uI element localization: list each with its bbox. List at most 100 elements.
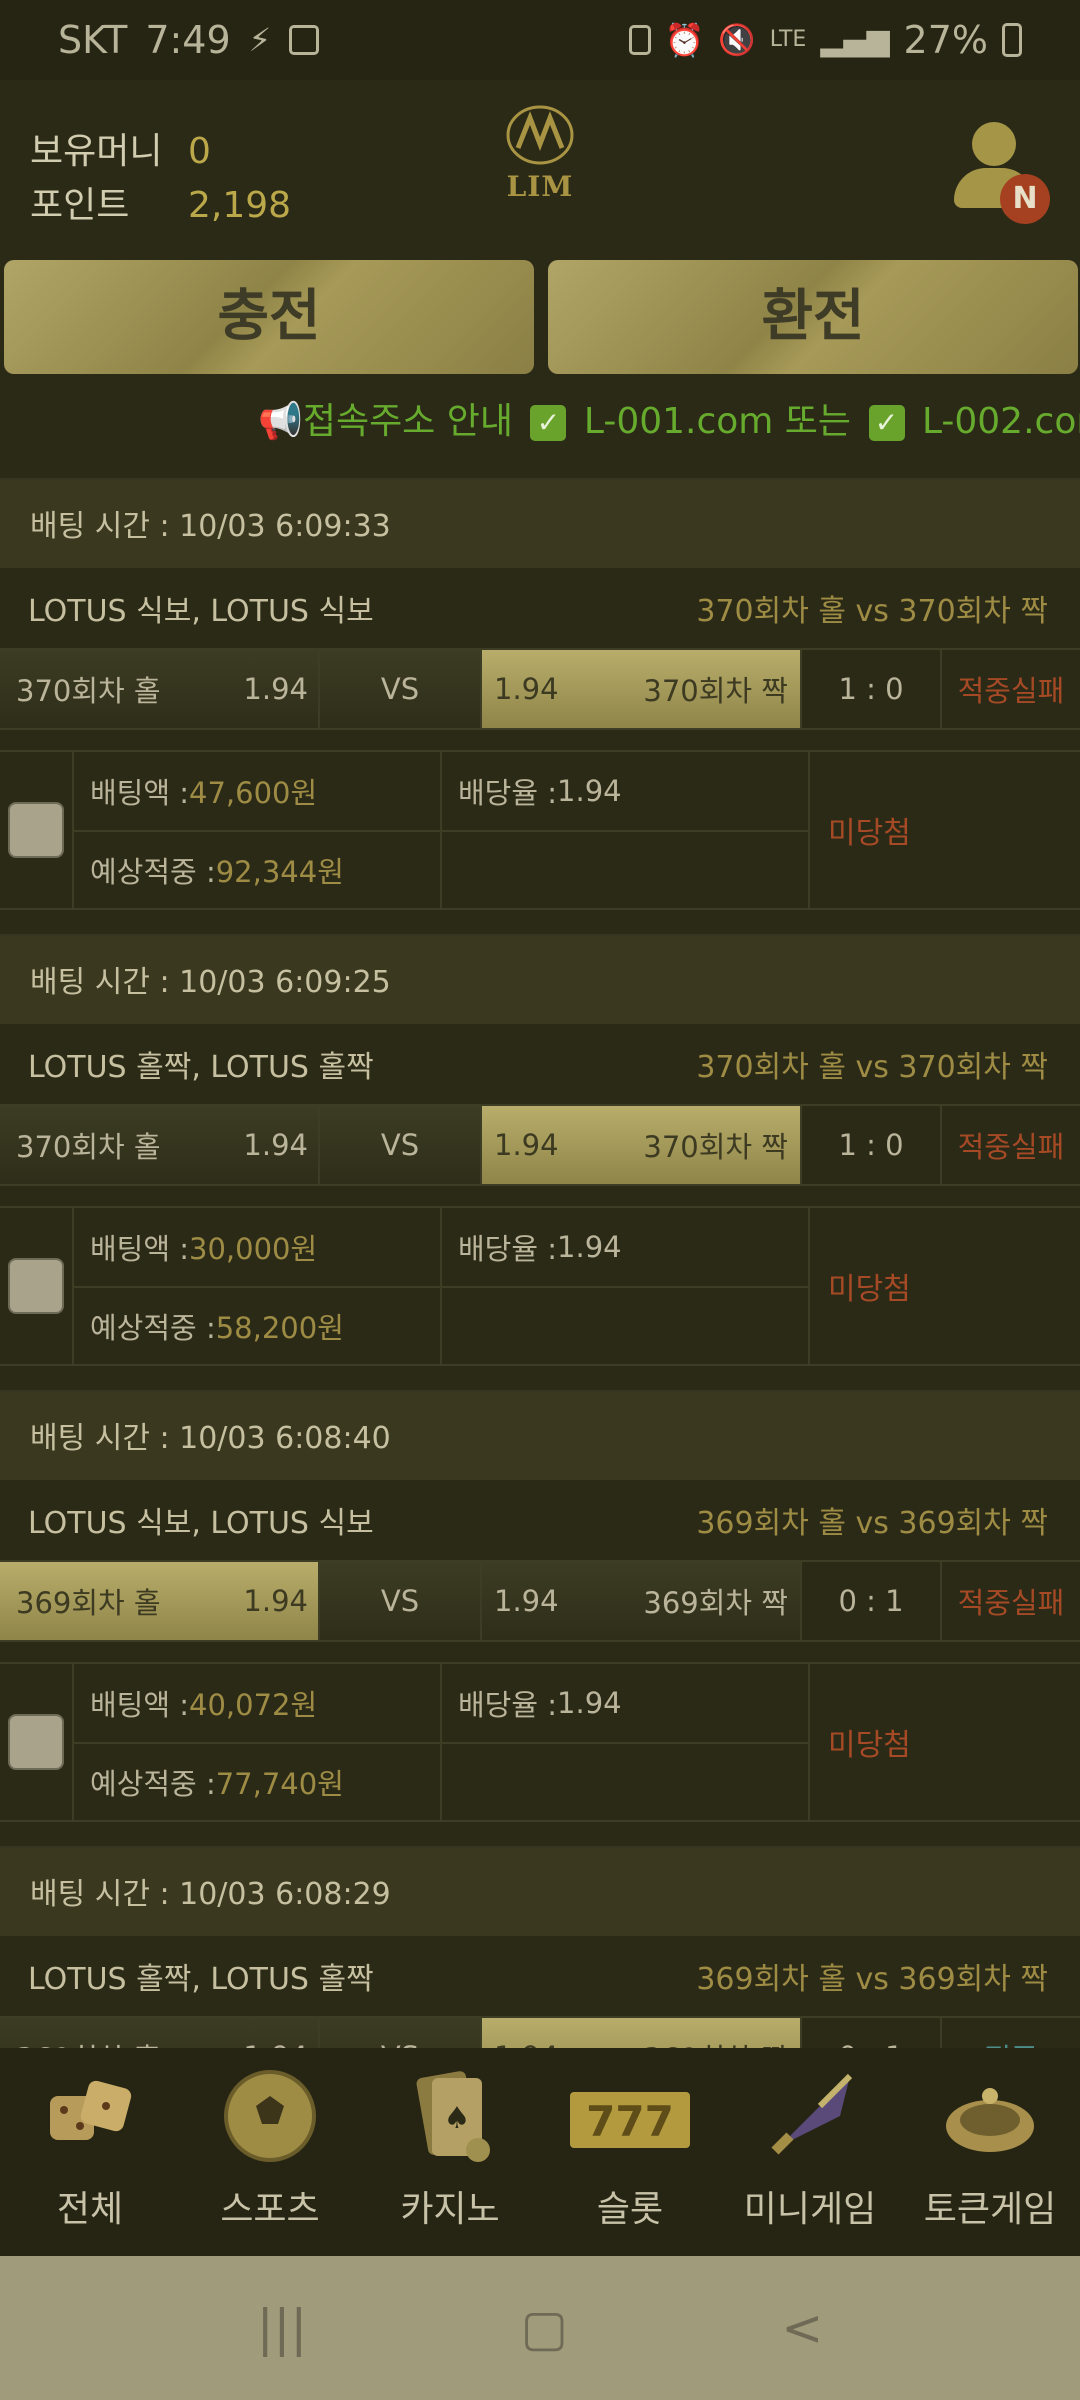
nav-item-sports[interactable]: 스포츠 — [180, 2048, 360, 2256]
bet-game-row: LOTUS 식보, LOTUS 식보 369회차 홀 vs 369회차 짝 — [0, 1480, 1080, 1560]
home-team: 370회차 홀 — [16, 674, 161, 708]
game-name: LOTUS 식보, LOTUS 식보 — [28, 594, 374, 629]
rate-value: 1.94 — [557, 774, 622, 808]
score: 0 : 1 — [802, 1562, 942, 1640]
battery-percent: 27% — [903, 18, 988, 62]
nav-label: 슬롯 — [596, 2189, 664, 2230]
empty-cell — [442, 1286, 808, 1364]
rate-label: 배당율 : — [458, 1688, 558, 1722]
exchange-button[interactable]: 환전 — [548, 260, 1078, 374]
home-team: 370회차 홀 — [16, 1130, 161, 1164]
bottom-nav: 전체 스포츠 ♠ 카지노 777 슬롯 미니게임 토큰게임 — [0, 2048, 1080, 2256]
nav-item-casino[interactable]: ♠ 카지노 — [360, 2048, 540, 2256]
nav-label: 전체 — [56, 2189, 124, 2230]
amount-label: 배팅액 : — [90, 1688, 190, 1722]
soccer-ball-icon — [220, 2066, 320, 2166]
lte-icon: LTE — [769, 27, 807, 52]
check-icon: ✓ — [530, 405, 567, 441]
vs-label: VS — [320, 650, 482, 728]
check-icon: ✓ — [868, 405, 905, 441]
notice-text-2: L-001.com 또는 — [583, 401, 852, 442]
back-icon[interactable]: < — [781, 2299, 823, 2357]
odds-row: 370회차 홀 1.94 VS 1.94 370회차 짝 1 : 0 적중실패 — [0, 1104, 1080, 1186]
select-checkbox[interactable] — [8, 1714, 64, 1770]
bet-detail: 배팅액 : 30,000원 예상적중 : 58,200원 배당율 : 1.94 … — [0, 1206, 1080, 1366]
away-pick[interactable]: 1.94 370회차 짝 — [482, 1106, 802, 1184]
nav-item-token[interactable]: 토큰게임 — [900, 2048, 1080, 2256]
nav-label: 스포츠 — [220, 2189, 320, 2230]
bet-status: 미당첨 — [828, 1272, 911, 1307]
odds-row: 370회차 홀 1.94 VS 1.94 370회차 짝 1 : 0 적중실패 — [0, 648, 1080, 730]
signal-icon: ▂▄▆ — [820, 22, 890, 58]
amount-value: 40,072원 — [189, 1688, 318, 1722]
notice-text-3: L-002.com 변 — [921, 401, 1080, 442]
home-icon[interactable]: ▢ — [521, 2299, 568, 2357]
away-pick[interactable]: 1.94 369회차 짝 — [482, 1562, 802, 1640]
charge-button[interactable]: 충전 — [4, 260, 534, 374]
bet-status: 미당첨 — [828, 1728, 911, 1763]
select-checkbox[interactable] — [8, 802, 64, 858]
recent-apps-icon[interactable]: ||| — [257, 2299, 308, 2357]
nav-item-slot[interactable]: 777 슬롯 — [540, 2048, 720, 2256]
home-team: 369회차 홀 — [16, 1586, 161, 1620]
home-pick[interactable]: 370회차 홀 1.94 — [0, 1106, 320, 1184]
slot-777-icon: 777 — [570, 2066, 690, 2166]
expected-row: 예상적중 : 92,344원 — [74, 830, 440, 908]
point-value: 2,198 — [188, 185, 292, 226]
expected-label: 예상적중 : — [90, 1311, 216, 1345]
bet-game-row: LOTUS 홀짝, LOTUS 홀짝 369회차 홀 vs 369회차 짝 — [0, 1936, 1080, 2016]
logo[interactable]: LIM — [465, 100, 615, 220]
svg-text:♠: ♠ — [444, 2101, 471, 2136]
away-team: 369회차 짝 — [643, 1586, 788, 1620]
status-bar: SKT 7:49 ⚡ ⏰ 🔇 LTE ▂▄▆ 27% — [0, 0, 1080, 80]
away-pick[interactable]: 1.94 370회차 짝 — [482, 650, 802, 728]
match-name: 369회차 홀 vs 369회차 짝 — [696, 1506, 1048, 1541]
amount-label: 배팅액 : — [90, 1232, 190, 1266]
logo-text: LIM — [506, 170, 574, 203]
bet-detail: 배팅액 : 47,600원 예상적중 : 92,344원 배당율 : 1.94 … — [0, 750, 1080, 910]
slot-text: 777 — [586, 2097, 674, 2146]
clock: 7:49 — [145, 18, 231, 62]
balance-panel: 보유머니 0 포인트 2,198 — [30, 125, 291, 233]
away-odds: 1.94 — [494, 1128, 559, 1162]
rate-label: 배당율 : — [458, 1232, 558, 1266]
rate-row: 배당율 : 1.94 — [442, 1664, 808, 1742]
result: 적중실패 — [957, 1130, 1065, 1164]
score: 1 : 0 — [802, 650, 942, 728]
battery-icon — [1002, 23, 1022, 57]
bet-game-row: LOTUS 식보, LOTUS 식보 370회차 홀 vs 370회차 짝 — [0, 568, 1080, 648]
cards-icon: ♠ — [400, 2066, 500, 2166]
home-odds: 1.94 — [243, 672, 308, 706]
empty-cell — [442, 830, 808, 908]
bet-item: 배팅 시간 : 10/03 6:08:40 LOTUS 식보, LOTUS 식보… — [0, 1390, 1080, 1846]
game-name: LOTUS 식보, LOTUS 식보 — [28, 1506, 374, 1541]
flash-icon: ⚡ — [248, 21, 272, 59]
bet-item: 배팅 시간 : 10/03 6:09:25 LOTUS 홀짝, LOTUS 홀짝… — [0, 934, 1080, 1390]
select-checkbox[interactable] — [8, 1258, 64, 1314]
home-pick[interactable]: 369회차 홀 1.94 — [0, 1562, 320, 1640]
notification-badge: N — [1000, 174, 1050, 224]
score: 1 : 0 — [802, 1106, 942, 1184]
notice-marquee: 📢접속주소 안내 ✓ L-001.com 또는 ✓ L-002.com 변 — [0, 392, 1080, 452]
nav-label: 토큰게임 — [923, 2189, 1057, 2230]
match-name: 370회차 홀 vs 370회차 짝 — [696, 594, 1048, 629]
expected-row: 예상적중 : 77,740원 — [74, 1742, 440, 1820]
home-pick[interactable]: 370회차 홀 1.94 — [0, 650, 320, 728]
away-team: 370회차 짝 — [643, 674, 788, 708]
home-odds: 1.94 — [243, 1128, 308, 1162]
away-odds: 1.94 — [494, 672, 559, 706]
amount-row: 배팅액 : 40,072원 — [74, 1664, 440, 1742]
money-value: 0 — [188, 131, 211, 172]
expected-label: 예상적중 : — [90, 1767, 216, 1801]
amount-label: 배팅액 : — [90, 776, 190, 810]
nav-item-all[interactable]: 전체 — [0, 2048, 180, 2256]
away-odds: 1.94 — [494, 1584, 559, 1618]
bet-time: 배팅 시간 : 10/03 6:08:29 — [0, 1846, 1080, 1936]
nav-item-minigame[interactable]: 미니게임 — [720, 2048, 900, 2256]
avatar-head — [972, 122, 1016, 166]
result: 적중실패 — [957, 674, 1065, 708]
rate-value: 1.94 — [557, 1686, 622, 1720]
user-avatar[interactable]: N — [954, 122, 1050, 224]
expected-label: 예상적중 : — [90, 855, 216, 889]
point-label: 포인트 — [30, 185, 130, 226]
